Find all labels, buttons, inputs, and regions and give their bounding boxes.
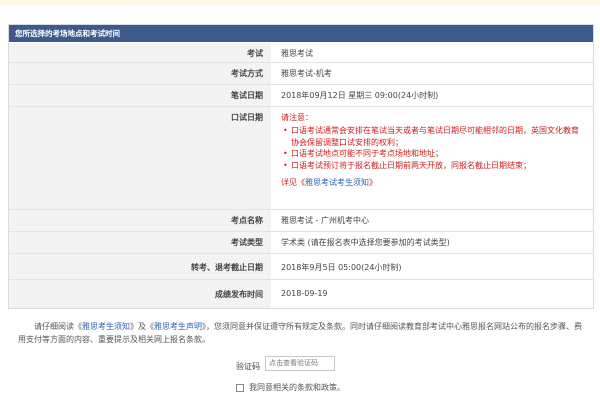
row-result-date: 成绩发布时间 2018-09-19 (9, 280, 593, 308)
top-notice-strip (0, 0, 600, 6)
notice-item: 口语考试预订将于报名截止日期前两天开放，同报名截止日期结束； (281, 160, 593, 172)
exam-info-panel: 您所选择的考场地点和考试时间 考试 雅思考试 考试方式 雅思考试-机考 笔试日期… (8, 24, 594, 309)
row-label: 口试日期 (9, 107, 271, 210)
row-label: 笔试日期 (9, 85, 271, 107)
captcha-input[interactable]: 点击查看验证码 (265, 356, 335, 371)
agreement-part: 》及《 (130, 322, 154, 331)
row-value: 2018年09月12日 星期三 09:00(24小时制) (271, 85, 593, 107)
detail-prefix: 详见《 (281, 178, 305, 187)
row-value: 学术类 (请在报名表中选择您要参加的考试类型) (271, 232, 593, 254)
consent-label: 我同意相关的条款和政策。 (249, 383, 345, 392)
row-exam: 考试 雅思考试 (9, 43, 593, 63)
notice-list: 口语考试通常会安排在笔试当天或者与笔试日期尽可能相邻的日期，英国文化教育协会保留… (281, 125, 593, 171)
candidate-notice-link[interactable]: 雅思考试考生须知 (305, 178, 369, 187)
row-label: 考试 (9, 43, 271, 63)
captcha-label: 验证码 (236, 362, 260, 371)
row-center: 考点名称 雅思考试 - 广州机考中心 (9, 210, 593, 232)
notice-item: 口语考试通常会安排在笔试当天或者与笔试日期尽可能相邻的日期，英国文化教育协会保留… (281, 125, 581, 148)
detail-suffix: 》 (369, 178, 377, 187)
row-value: 2018年9月5日 05:00(24小时制) (271, 254, 593, 280)
row-label: 转考、退考截止日期 (9, 254, 271, 280)
row-written-date: 笔试日期 2018年09月12日 星期三 09:00(24小时制) (9, 85, 593, 107)
notice-title: 请注意： (281, 113, 313, 122)
row-value: 雅思考试-机考 (271, 63, 593, 85)
candidate-notice-link-2[interactable]: 雅思考生须知 (82, 322, 130, 331)
oral-notice: 请注意： 口语考试通常会安排在笔试当天或者与笔试日期尽可能相邻的日期，英国文化教… (271, 107, 593, 210)
row-value: 雅思考试 (271, 43, 593, 63)
row-type: 考试类型 学术类 (请在报名表中选择您要参加的考试类型) (9, 232, 593, 254)
row-oral-date: 口试日期 请注意： 口语考试通常会安排在笔试当天或者与笔试日期尽可能相邻的日期，… (9, 107, 593, 210)
notice-item: 口语考试地点可能不同于考点场地和地址； (281, 148, 593, 160)
consent-checkbox[interactable] (236, 383, 244, 392)
row-label: 成绩发布时间 (9, 280, 271, 308)
row-mode: 考试方式 雅思考试-机考 (9, 63, 593, 85)
agreement-text: 请仔细阅读《雅思考生须知》及《雅思考生声明》，您须同意并保证遵守所有规定及条款。… (18, 320, 586, 346)
candidate-declaration-link[interactable]: 雅思考生声明 (154, 322, 202, 331)
row-transfer-deadline: 转考、退考截止日期 2018年9月5日 05:00(24小时制) (9, 254, 593, 280)
panel-title: 您所选择的考场地点和考试时间 (9, 25, 593, 42)
agreement-part: 请仔细阅读《 (34, 322, 82, 331)
row-label: 考试类型 (9, 232, 271, 254)
row-label: 考点名称 (9, 210, 271, 232)
detail-line: 详见《雅思考试考生须知》 (281, 177, 593, 188)
consent-row: 我同意相关的条款和政策。 (236, 382, 345, 393)
test-center-link[interactable]: 雅思考试 - 广州机考中心 (271, 210, 593, 232)
row-label: 考试方式 (9, 63, 271, 85)
row-value: 2018-09-19 (281, 289, 328, 298)
